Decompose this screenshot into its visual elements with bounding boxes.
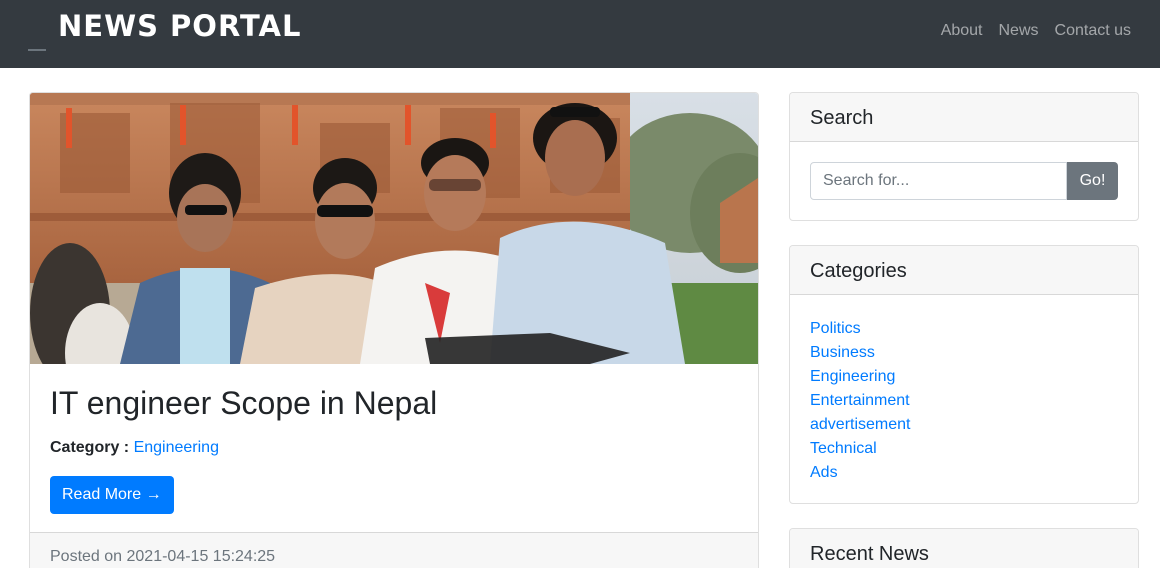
categories-heading: Categories — [790, 246, 1138, 295]
recent-news-widget: Recent News — [789, 528, 1139, 568]
category-item-advertisement[interactable]: advertisement — [810, 413, 1118, 437]
category-link[interactable]: Engineering — [134, 439, 219, 456]
search-heading: Search — [790, 93, 1138, 142]
post-footer: Posted on 2021-04-15 15:24:25 — [30, 532, 758, 568]
category-item-entertainment[interactable]: Entertainment — [810, 389, 1118, 413]
nav-link-news[interactable]: News — [999, 20, 1039, 42]
brand-logo[interactable]: NEWS PORTAL — [58, 8, 301, 44]
category-label: Category : — [50, 439, 130, 456]
search-button[interactable]: Go! — [1067, 162, 1118, 200]
read-more-button[interactable]: Read More → — [50, 476, 174, 514]
post-title: IT engineer Scope in Nepal — [50, 385, 438, 421]
brand-underline — [28, 49, 46, 51]
post-card: IT engineer Scope in Nepal Category : En… — [29, 92, 759, 568]
category-item-technical[interactable]: Technical — [810, 437, 1118, 461]
nav-links: About News Contact us — [941, 20, 1131, 42]
nav-link-about[interactable]: About — [941, 20, 983, 42]
category-item-business[interactable]: Business — [810, 341, 1118, 365]
search-row: Go! — [810, 162, 1118, 200]
post-body: IT engineer Scope in Nepal Category : En… — [50, 383, 740, 514]
category-item-politics[interactable]: Politics — [810, 317, 1118, 341]
post-date: Posted on 2021-04-15 15:24:25 — [50, 548, 276, 565]
category-item-engineering[interactable]: Engineering — [810, 365, 1118, 389]
nav-link-contact[interactable]: Contact us — [1055, 20, 1131, 42]
categories-widget: Categories Politics Business Engineering… — [789, 245, 1139, 504]
navbar: NEWS PORTAL About News Contact us — [0, 0, 1160, 68]
post-image — [30, 93, 758, 364]
category-item-ads[interactable]: Ads — [810, 461, 1118, 485]
search-input[interactable] — [810, 162, 1067, 200]
categories-list: Politics Business Engineering Entertainm… — [790, 295, 1138, 485]
recent-news-heading: Recent News — [790, 529, 1138, 568]
post-category: Category : Engineering — [50, 437, 740, 459]
search-widget: Search Go! — [789, 92, 1139, 221]
